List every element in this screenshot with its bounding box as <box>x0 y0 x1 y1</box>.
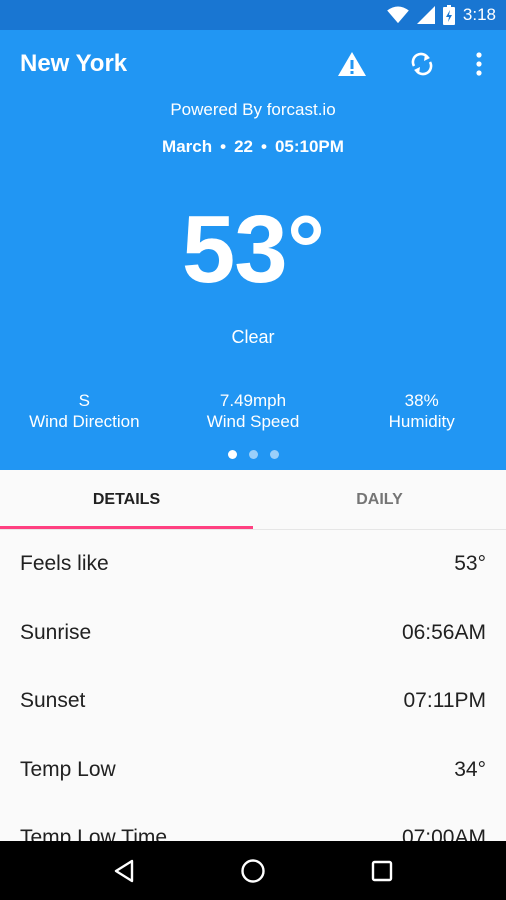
current-temperature: 53° <box>181 196 325 303</box>
signal-icon <box>416 6 435 24</box>
clock: 3:18 <box>462 5 496 24</box>
weather-hero: New York Powered By forcast.io March • 22 •… <box>0 30 506 470</box>
overflow-menu-button[interactable] <box>461 46 497 82</box>
stat-wind-direction: S Wind Direction <box>0 390 169 432</box>
list-item-feels-like: Feels like 53° <box>0 530 506 599</box>
date-day: 22 <box>234 137 253 156</box>
status-icons: 3:18 <box>387 4 496 26</box>
stat-value: S <box>78 391 90 410</box>
page-indicator <box>0 450 506 459</box>
date-line: March • 22 • 05:10PM <box>162 137 344 156</box>
recents-icon <box>371 860 392 881</box>
date-time: 05:10PM <box>274 137 344 156</box>
weather-stats: S Wind Direction 7.49mph Wind Speed 38% … <box>0 390 506 432</box>
battery-icon <box>442 5 455 25</box>
back-icon <box>115 859 134 882</box>
recents-button[interactable] <box>358 847 406 895</box>
detail-label: Sunset <box>20 689 86 713</box>
detail-value: 07:11PM <box>403 689 487 713</box>
details-list[interactable]: Feels like 53° Sunrise 06:56AM Sunset 07… <box>0 529 506 841</box>
stat-label: Wind Direction <box>29 412 140 431</box>
stat-value: 7.49mph <box>219 391 287 410</box>
detail-label: Feels like <box>20 552 109 576</box>
city-title: New York <box>20 50 128 77</box>
weather-condition: Clear <box>231 327 275 347</box>
page-dot-3[interactable] <box>269 450 279 459</box>
detail-label: Temp Low Time <box>20 826 168 841</box>
tab-bar: DETAILS DAILY <box>0 470 506 529</box>
list-item-sunset: Sunset 07:11PM <box>0 667 506 736</box>
stat-label: Wind Speed <box>206 412 300 431</box>
list-item-temp-low: Temp Low 34° <box>0 736 506 805</box>
more-vert-icon <box>476 52 482 76</box>
page-dot-1[interactable] <box>227 450 237 459</box>
list-item-sunrise: Sunrise 06:56AM <box>0 599 506 668</box>
detail-value: 06:56AM <box>401 620 486 644</box>
refresh-icon <box>411 52 433 76</box>
detail-label: Temp Low <box>20 757 116 781</box>
tab-daily[interactable]: DAILY <box>253 470 506 529</box>
powered-by: Powered By forcast.io <box>170 100 336 119</box>
detail-value: 07:00AM <box>401 826 486 841</box>
app-bar: New York <box>0 30 506 98</box>
stat-label: Humidity <box>388 412 455 431</box>
status-bar: 3:18 <box>0 0 506 30</box>
warning-icon <box>338 52 366 76</box>
refresh-button[interactable] <box>404 46 440 82</box>
stat-wind-speed: 7.49mph Wind Speed <box>169 390 338 432</box>
date-month: March <box>162 137 213 156</box>
system-nav-bar <box>0 841 506 900</box>
stat-humidity: 38% Humidity <box>337 390 506 432</box>
page-dot-2[interactable] <box>248 450 258 459</box>
stat-value: 38% <box>404 391 439 410</box>
home-button[interactable] <box>229 847 277 895</box>
back-button[interactable] <box>100 847 148 895</box>
detail-label: Sunrise <box>20 620 92 644</box>
alert-button[interactable] <box>334 46 370 82</box>
tab-details[interactable]: DETAILS <box>0 470 253 529</box>
list-item-temp-low-time: Temp Low Time 07:00AM <box>0 804 506 841</box>
home-icon <box>241 858 265 883</box>
wifi-icon <box>387 6 409 24</box>
detail-value: 53° <box>454 552 486 576</box>
detail-value: 34° <box>454 757 486 781</box>
